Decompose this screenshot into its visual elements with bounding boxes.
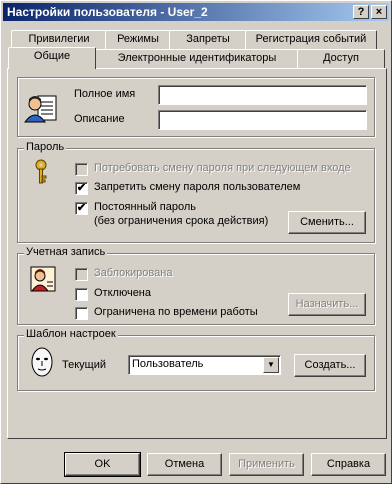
account-group: Учетная запись Заблокирована Отключена О… [17, 246, 375, 325]
time-limited-checkbox[interactable] [75, 307, 88, 320]
face-mask-icon [30, 346, 54, 378]
disabled-label: Отключена [94, 287, 151, 299]
change-password-button[interactable]: Сменить... [288, 211, 366, 234]
apply-button[interactable]: Применить [229, 453, 304, 476]
tab-modes[interactable]: Режимы [105, 30, 171, 49]
permanent-password-label: Постоянный пароль [94, 201, 196, 213]
template-group: Шаблон настроек Текущий Пользователь ▼ С… [17, 328, 375, 391]
password-group-label: Пароль [24, 141, 67, 153]
window-title: Настройки пользователя - User_2 [7, 5, 208, 19]
key-icon [32, 159, 50, 185]
create-template-button[interactable]: Создать... [294, 354, 366, 377]
ok-button[interactable]: OK [64, 452, 141, 477]
close-title-button[interactable]: × [371, 5, 387, 19]
forbid-change-label: Запретить смену пароля пользователем [94, 181, 301, 193]
template-select[interactable]: Пользователь ▼ [128, 355, 281, 375]
tab-electronic-ids[interactable]: Электронные идентификаторы [95, 49, 299, 68]
description-label: Описание [74, 113, 125, 125]
tab-event-logging[interactable]: Регистрация событий [245, 30, 377, 49]
cancel-button[interactable]: Отмена [147, 453, 222, 476]
chevron-down-icon[interactable]: ▼ [263, 357, 279, 373]
help-title-button[interactable]: ? [353, 5, 369, 19]
help-button[interactable]: Справка [311, 453, 386, 476]
current-template-label: Текущий [62, 359, 106, 371]
account-group-label: Учетная запись [24, 246, 108, 258]
tab-general[interactable]: Общие [8, 47, 96, 69]
identity-group: Полное имя Описание [17, 77, 375, 137]
full-name-label: Полное имя [74, 88, 136, 100]
tab-access[interactable]: Доступ [297, 49, 385, 68]
password-group: Пароль Потребовать смену пароля при след… [17, 141, 375, 243]
disabled-checkbox[interactable] [75, 288, 88, 301]
template-select-value: Пользователь [132, 358, 204, 370]
tab-panel-general: Полное имя Описание Пароль Потребовать с… [7, 68, 387, 439]
settings-dialog: Настройки пользователя - User_2 ? × Прив… [0, 0, 392, 484]
user-card-icon [24, 90, 58, 124]
template-group-label: Шаблон настроек [24, 328, 118, 340]
require-change-label: Потребовать смену пароля при следующем в… [94, 162, 351, 174]
full-name-input[interactable] [158, 85, 367, 105]
title-bar[interactable]: Настройки пользователя - User_2 ? × [3, 3, 389, 21]
locked-checkbox[interactable] [75, 268, 88, 281]
permanent-password-sublabel: (без ограничения срока действия) [94, 215, 269, 227]
forbid-change-checkbox[interactable]: ✔ [75, 182, 88, 195]
description-input[interactable] [158, 110, 367, 130]
account-card-icon [28, 264, 58, 294]
assign-button[interactable]: Назначить... [288, 293, 366, 316]
tab-restrictions[interactable]: Запреты [169, 30, 247, 49]
locked-label: Заблокирована [94, 267, 173, 279]
permanent-password-checkbox[interactable]: ✔ [75, 202, 88, 215]
time-limited-label: Ограничена по времени работы [94, 306, 258, 318]
require-change-checkbox[interactable] [75, 163, 88, 176]
